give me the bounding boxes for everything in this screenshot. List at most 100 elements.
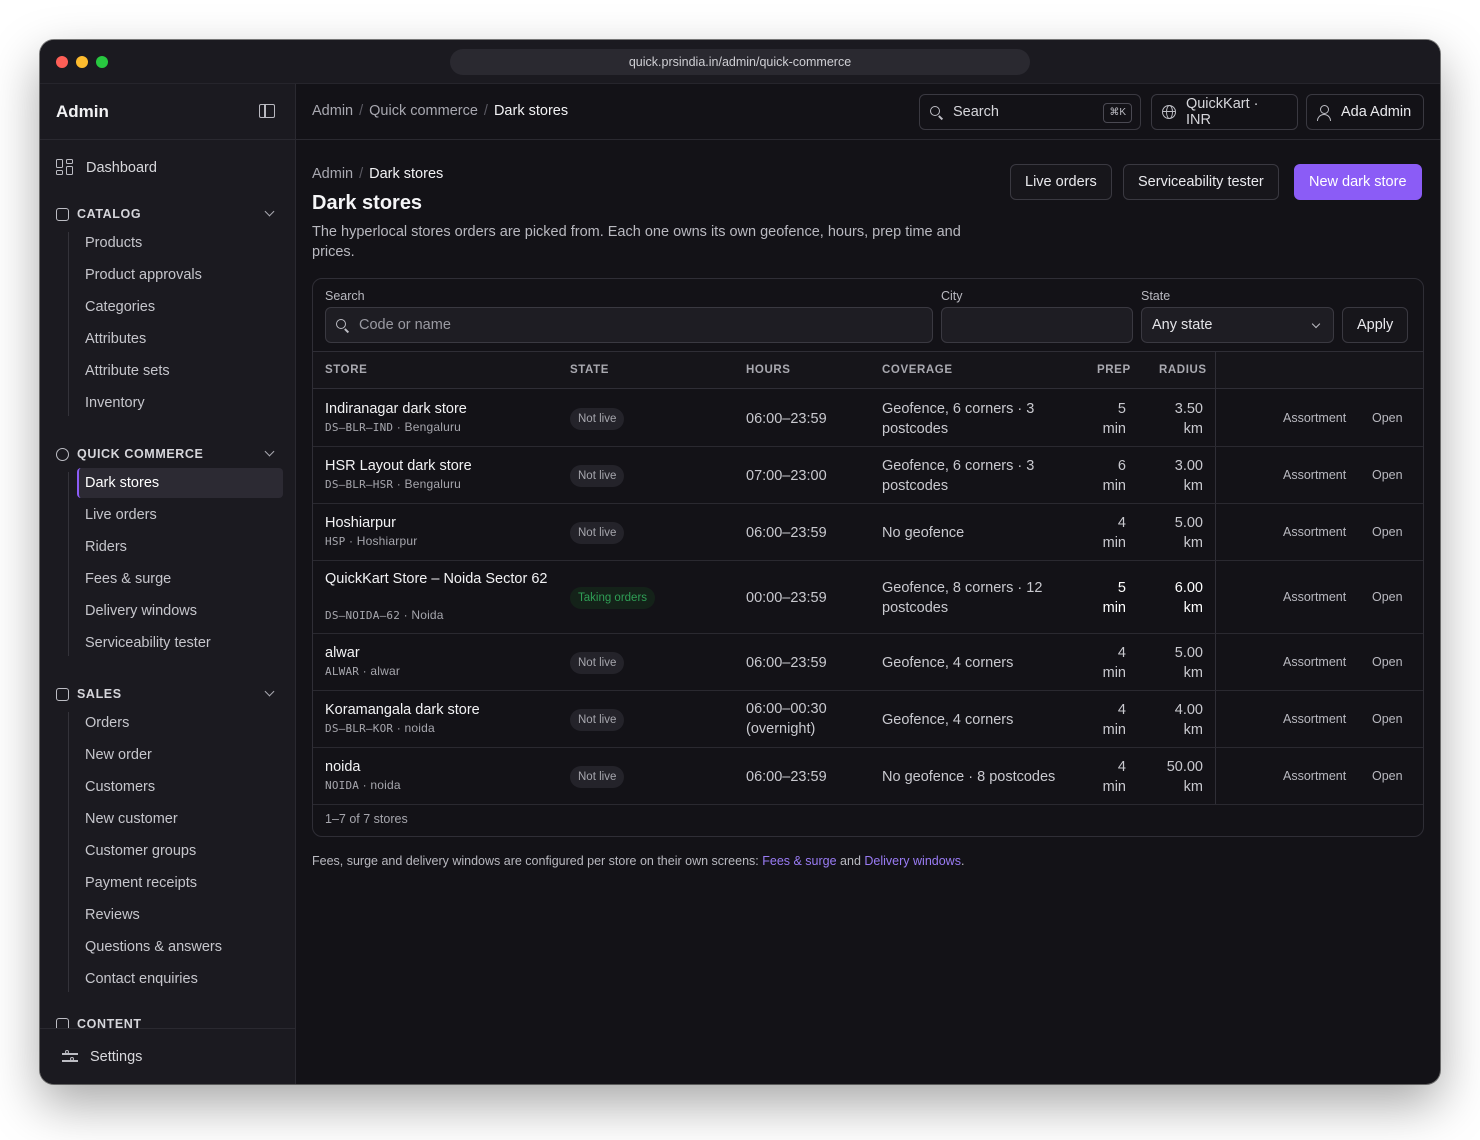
table-footer: 1–7 of 7 stores xyxy=(325,812,408,826)
store-selector-button[interactable]: QuickKart · INR xyxy=(1151,94,1298,130)
store-name[interactable]: Hoshiarpur xyxy=(325,513,555,533)
store-selector-label: QuickKart · INR xyxy=(1185,96,1259,128)
assortment-link[interactable]: Assortment xyxy=(1283,655,1346,669)
store-meta: DS–BLR–IND · Bengaluru xyxy=(325,419,461,436)
assortment-link[interactable]: Assortment xyxy=(1283,411,1346,425)
state-select[interactable]: Any state xyxy=(1141,307,1334,343)
sidebar-section-content[interactable]: CONTENT xyxy=(56,1014,279,1028)
column-header-coverage[interactable]: COVERAGE xyxy=(882,364,953,376)
city-input[interactable] xyxy=(941,307,1133,343)
sidebar-item-dashboard[interactable]: Dashboard xyxy=(56,156,157,180)
sidebar-item-dark-stores[interactable]: Dark stores xyxy=(77,468,283,498)
hours-cell: 00:00–23:59 xyxy=(746,590,827,606)
minimize-window-button[interactable] xyxy=(76,56,88,68)
assortment-link[interactable]: Assortment xyxy=(1283,769,1346,783)
new-dark-store-button[interactable]: New dark store xyxy=(1294,164,1422,200)
assortment-link[interactable]: Assortment xyxy=(1283,468,1346,482)
sidebar-section-label: CATALOG xyxy=(77,207,142,221)
sidebar-item-new-customer[interactable]: New customer xyxy=(77,804,283,834)
store-code: DS–BLR–HSR xyxy=(325,478,394,491)
column-header-prep[interactable]: PREP xyxy=(1097,364,1131,376)
table-row[interactable]: Hoshiarpur HSP · Hoshiarpur Not live 06:00–… xyxy=(313,504,1423,561)
store-name[interactable]: HSR Layout dark store xyxy=(325,456,555,476)
store-name[interactable]: noida xyxy=(325,757,555,777)
sidebar-item-settings[interactable]: Settings xyxy=(90,1049,142,1065)
sidebar-item-customer-groups[interactable]: Customer groups xyxy=(77,836,283,866)
sidebar-item-products[interactable]: Products xyxy=(77,228,283,258)
assortment-link[interactable]: Assortment xyxy=(1283,525,1346,539)
column-header-radius[interactable]: RADIUS xyxy=(1159,364,1207,376)
prep-unit: min xyxy=(1102,421,1126,437)
sidebar-item-attributes[interactable]: Attributes xyxy=(77,324,283,354)
fees-surge-link[interactable]: Fees & surge xyxy=(762,854,836,868)
breadcrumb-quick-commerce[interactable]: Quick commerce xyxy=(369,103,478,119)
user-menu-button[interactable]: Ada Admin xyxy=(1306,94,1424,130)
column-header-store[interactable]: STORE xyxy=(325,364,367,376)
store-meta: ALWAR · alwar xyxy=(325,663,400,680)
sidebar-item-fees-surge[interactable]: Fees & surge xyxy=(77,564,283,594)
sidebar-item-riders[interactable]: Riders xyxy=(77,532,283,562)
open-link[interactable]: Open xyxy=(1372,590,1403,604)
sidebar-item-product-approvals[interactable]: Product approvals xyxy=(77,260,283,290)
apply-filters-button[interactable]: Apply xyxy=(1342,307,1409,343)
assortment-link[interactable]: Assortment xyxy=(1283,590,1346,604)
sidebar-item-orders[interactable]: Orders xyxy=(77,708,283,738)
sidebar-item-categories[interactable]: Categories xyxy=(77,292,283,322)
sidebar-item-questions-answers[interactable]: Questions & answers xyxy=(77,932,283,962)
table-row[interactable]: noida NOIDA · noida Not live 06:00–23:59 No … xyxy=(313,748,1423,805)
radius-value: 3.50 xyxy=(1174,401,1203,417)
store-code: HSP xyxy=(325,535,346,548)
sidebar-item-attribute-sets[interactable]: Attribute sets xyxy=(77,356,283,386)
store-city: Hoshiarpur xyxy=(356,534,418,548)
sidebar-section-quick-commerce[interactable]: QUICK COMMERCE xyxy=(56,444,279,464)
store-name[interactable]: QuickKart Store – Noida Sector 62 xyxy=(325,569,555,589)
sidebar-item-inventory[interactable]: Inventory xyxy=(77,388,283,418)
table-row[interactable]: Koramangala dark store DS–BLR–KOR · noida… xyxy=(313,691,1423,748)
sidebar-item-new-order[interactable]: New order xyxy=(77,740,283,770)
store-name[interactable]: Indiranagar dark store xyxy=(325,399,555,419)
sidebar-item-customers[interactable]: Customers xyxy=(77,772,283,802)
column-header-hours[interactable]: HOURS xyxy=(746,364,791,376)
sidebar-item-contact-enquiries[interactable]: Contact enquiries xyxy=(77,964,283,994)
open-link[interactable]: Open xyxy=(1372,468,1403,482)
sidebar-item-live-orders[interactable]: Live orders xyxy=(77,500,283,530)
open-link[interactable]: Open xyxy=(1372,411,1403,425)
global-search-button[interactable]: Search ⌘K xyxy=(919,94,1141,130)
column-header-state[interactable]: STATE xyxy=(570,364,609,376)
radius-unit: km xyxy=(1183,535,1203,551)
table-row[interactable]: QuickKart Store – Noida Sector 62 DS–NOID… xyxy=(313,561,1423,634)
store-name[interactable]: Koramangala dark store xyxy=(325,700,555,720)
sidebar-item-serviceability-tester[interactable]: Serviceability tester xyxy=(77,628,283,658)
sidebar-section-catalog[interactable]: CATALOG xyxy=(56,204,279,224)
coverage-cell: Geofence, 4 corners xyxy=(882,655,1014,671)
page-breadcrumb-admin[interactable]: Admin xyxy=(312,166,353,182)
sidebar-item-delivery-windows[interactable]: Delivery windows xyxy=(77,596,283,626)
breadcrumb-admin[interactable]: Admin xyxy=(312,103,353,119)
assortment-link[interactable]: Assortment xyxy=(1283,712,1346,726)
search-input[interactable]: Code or name xyxy=(325,307,933,343)
address-bar[interactable]: quick.prsindia.in/admin/quick-commerce xyxy=(450,49,1030,75)
meta-separator: · xyxy=(359,778,371,792)
sidebar-section-sales[interactable]: SALES xyxy=(56,684,279,704)
sidebar-item-reviews[interactable]: Reviews xyxy=(77,900,283,930)
maximize-window-button[interactable] xyxy=(96,56,108,68)
table-row[interactable]: Indiranagar dark store DS–BLR–IND · Benga… xyxy=(313,390,1423,447)
serviceability-tester-button[interactable]: Serviceability tester xyxy=(1123,164,1279,200)
live-orders-button[interactable]: Live orders xyxy=(1010,164,1112,200)
table-row[interactable]: alwar ALWAR · alwar Not live 06:00–23:59 Geo… xyxy=(313,634,1423,691)
sidebar-section-label: SALES xyxy=(77,687,122,701)
open-link[interactable]: Open xyxy=(1372,525,1403,539)
close-window-button[interactable] xyxy=(56,56,68,68)
delivery-windows-link[interactable]: Delivery windows xyxy=(864,854,961,868)
sidebar-toggle-icon[interactable] xyxy=(259,104,275,118)
open-link[interactable]: Open xyxy=(1372,769,1403,783)
store-name[interactable]: alwar xyxy=(325,643,555,663)
open-link[interactable]: Open xyxy=(1372,655,1403,669)
store-city: Bengaluru xyxy=(404,477,462,491)
store-meta: DS–NOIDA–62 · Noida xyxy=(325,607,444,624)
open-link[interactable]: Open xyxy=(1372,712,1403,726)
status-badge: Not live xyxy=(570,652,625,674)
table-row[interactable]: HSR Layout dark store DS–BLR–HSR · Bengal… xyxy=(313,447,1423,504)
sidebar-item-payment-receipts[interactable]: Payment receipts xyxy=(77,868,283,898)
meta-separator: · xyxy=(345,534,357,548)
